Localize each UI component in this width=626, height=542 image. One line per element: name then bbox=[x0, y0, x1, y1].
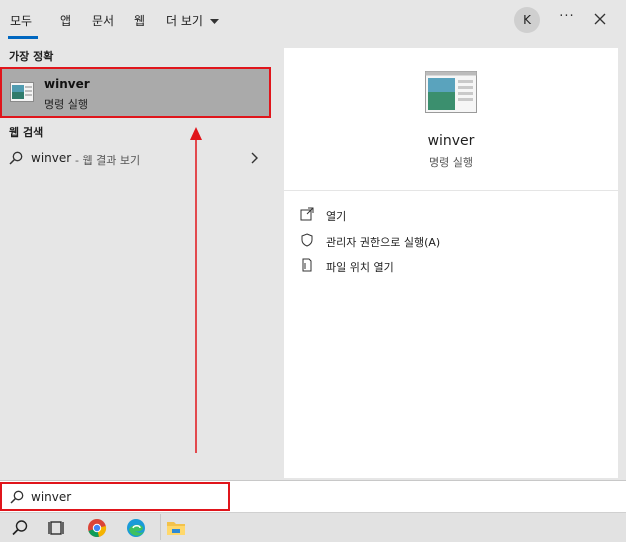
action-run-as-admin[interactable]: 관리자 권한으로 실행(A) bbox=[300, 231, 600, 251]
annotation-arrow bbox=[190, 127, 202, 453]
winver-app-icon bbox=[10, 82, 34, 102]
search-icon bbox=[12, 520, 28, 536]
file-location-icon bbox=[302, 258, 312, 272]
tab-documents[interactable]: 문서 bbox=[92, 12, 114, 29]
best-match-heading: 가장 정확 bbox=[9, 50, 54, 63]
taskbar bbox=[0, 512, 626, 542]
taskbar-edge-button[interactable] bbox=[126, 518, 146, 538]
more-options-button[interactable]: ··· bbox=[556, 9, 578, 29]
chevron-right-icon[interactable] bbox=[248, 151, 260, 165]
caret-down-icon bbox=[209, 18, 219, 24]
action-open-label: 열기 bbox=[326, 210, 347, 223]
open-icon bbox=[300, 207, 314, 221]
preview-title: winver bbox=[427, 133, 475, 149]
tab-more-label: 더 보기 bbox=[166, 14, 203, 28]
file-explorer-icon bbox=[167, 522, 185, 535]
close-button[interactable] bbox=[590, 9, 610, 29]
tab-web[interactable]: 웹 bbox=[134, 12, 145, 29]
best-match-title: winver bbox=[44, 77, 90, 91]
action-open[interactable]: 열기 bbox=[300, 205, 600, 225]
tab-apps[interactable]: 앱 bbox=[60, 12, 71, 29]
active-tab-indicator bbox=[8, 36, 38, 39]
action-open-file-location[interactable]: 파일 위치 열기 bbox=[300, 256, 600, 276]
account-avatar[interactable]: K bbox=[514, 7, 540, 33]
action-open-file-location-label: 파일 위치 열기 bbox=[326, 261, 394, 274]
search-scope-tabs: 모두 앱 문서 웹 더 보기 K ··· bbox=[0, 0, 626, 40]
web-result-suffix: - 웹 결과 보기 bbox=[75, 154, 141, 167]
taskbar-chrome-button[interactable] bbox=[87, 518, 107, 538]
taskbar-separator bbox=[160, 514, 161, 540]
winver-large-icon bbox=[425, 71, 477, 113]
web-result-query: winver bbox=[31, 151, 72, 165]
edge-icon bbox=[127, 519, 145, 537]
web-result-item[interactable]: winver - 웹 결과 보기 bbox=[0, 146, 276, 170]
preview-pane: winver 명령 실행 열기 관리자 권한으로 실행(A) 파일 위치 열기 bbox=[284, 48, 618, 478]
tab-more[interactable]: 더 보기 bbox=[166, 12, 219, 29]
search-icon bbox=[9, 151, 23, 165]
search-input[interactable]: winver bbox=[0, 482, 230, 511]
close-icon bbox=[594, 13, 606, 25]
best-match-subtitle: 명령 실행 bbox=[44, 98, 88, 111]
best-match-item[interactable]: winver 명령 실행 bbox=[0, 67, 271, 118]
taskbar-search-button[interactable] bbox=[10, 518, 30, 538]
chrome-icon bbox=[88, 519, 107, 538]
search-bar: winver bbox=[0, 480, 626, 512]
web-search-heading: 웹 검색 bbox=[9, 126, 44, 139]
search-icon bbox=[10, 490, 24, 504]
action-run-as-admin-label: 관리자 권한으로 실행(A) bbox=[326, 236, 441, 249]
taskbar-file-explorer-button[interactable] bbox=[166, 518, 186, 538]
preview-subtitle: 명령 실행 bbox=[429, 156, 473, 169]
task-view-icon bbox=[48, 521, 64, 535]
search-input-value: winver bbox=[31, 490, 72, 504]
taskbar-task-view-button[interactable] bbox=[47, 518, 67, 538]
tab-all[interactable]: 모두 bbox=[10, 12, 32, 29]
preview-divider bbox=[284, 190, 618, 191]
shield-icon bbox=[301, 233, 313, 247]
